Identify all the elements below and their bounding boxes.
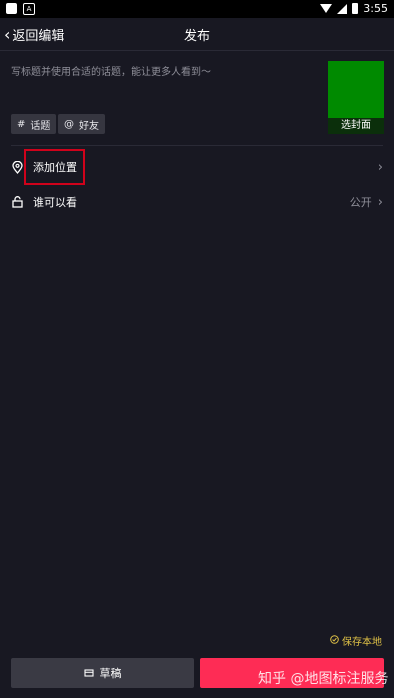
at-icon: @ (64, 118, 74, 130)
watermark: 知乎 @地图标注服务 (258, 671, 389, 687)
divider (11, 145, 383, 146)
privacy-value: 公开 (349, 196, 372, 209)
mention-friend-chip[interactable]: @ 好友 (58, 114, 105, 134)
save-local-toggle[interactable]: 保存本地 (330, 633, 382, 648)
cover-thumbnail[interactable]: 选封面 (328, 61, 384, 134)
privacy-row[interactable]: 谁可以看 公开 › (11, 188, 383, 216)
chevron-right-icon: › (377, 194, 383, 210)
hashtag-icon: # (17, 118, 26, 130)
friend-chip-label: 好友 (79, 120, 99, 132)
draft-box-icon (83, 667, 94, 680)
battery-icon (352, 3, 359, 14)
topic-chip-label: 话题 (30, 120, 51, 132)
lock-icon (11, 196, 23, 208)
app-notification-icon (6, 3, 17, 14)
nav-bar: ‹ 返回编辑 发布 (0, 18, 394, 51)
status-bar: A 3:55 (0, 0, 394, 18)
page-title: 发布 (183, 29, 210, 44)
signal-icon (337, 3, 348, 14)
location-pin-icon (11, 160, 23, 174)
draft-label: 草稿 (99, 667, 122, 680)
wifi-icon (320, 4, 333, 13)
chevron-right-icon: › (377, 159, 383, 175)
topic-chip[interactable]: # 话题 (11, 114, 57, 134)
select-cover-button[interactable]: 选封面 (328, 118, 384, 134)
status-time: 3:55 (363, 2, 388, 15)
notification-a-icon: A (23, 3, 35, 15)
privacy-label: 谁可以看 (33, 196, 77, 209)
annotation-highlight-box (24, 149, 85, 185)
caption-input[interactable]: 写标题并使用合适的话题，能让更多人看到～ (11, 63, 211, 78)
draft-button[interactable]: 草稿 (11, 658, 194, 688)
save-local-label: 保存本地 (342, 637, 382, 648)
check-circle-icon (330, 634, 339, 647)
